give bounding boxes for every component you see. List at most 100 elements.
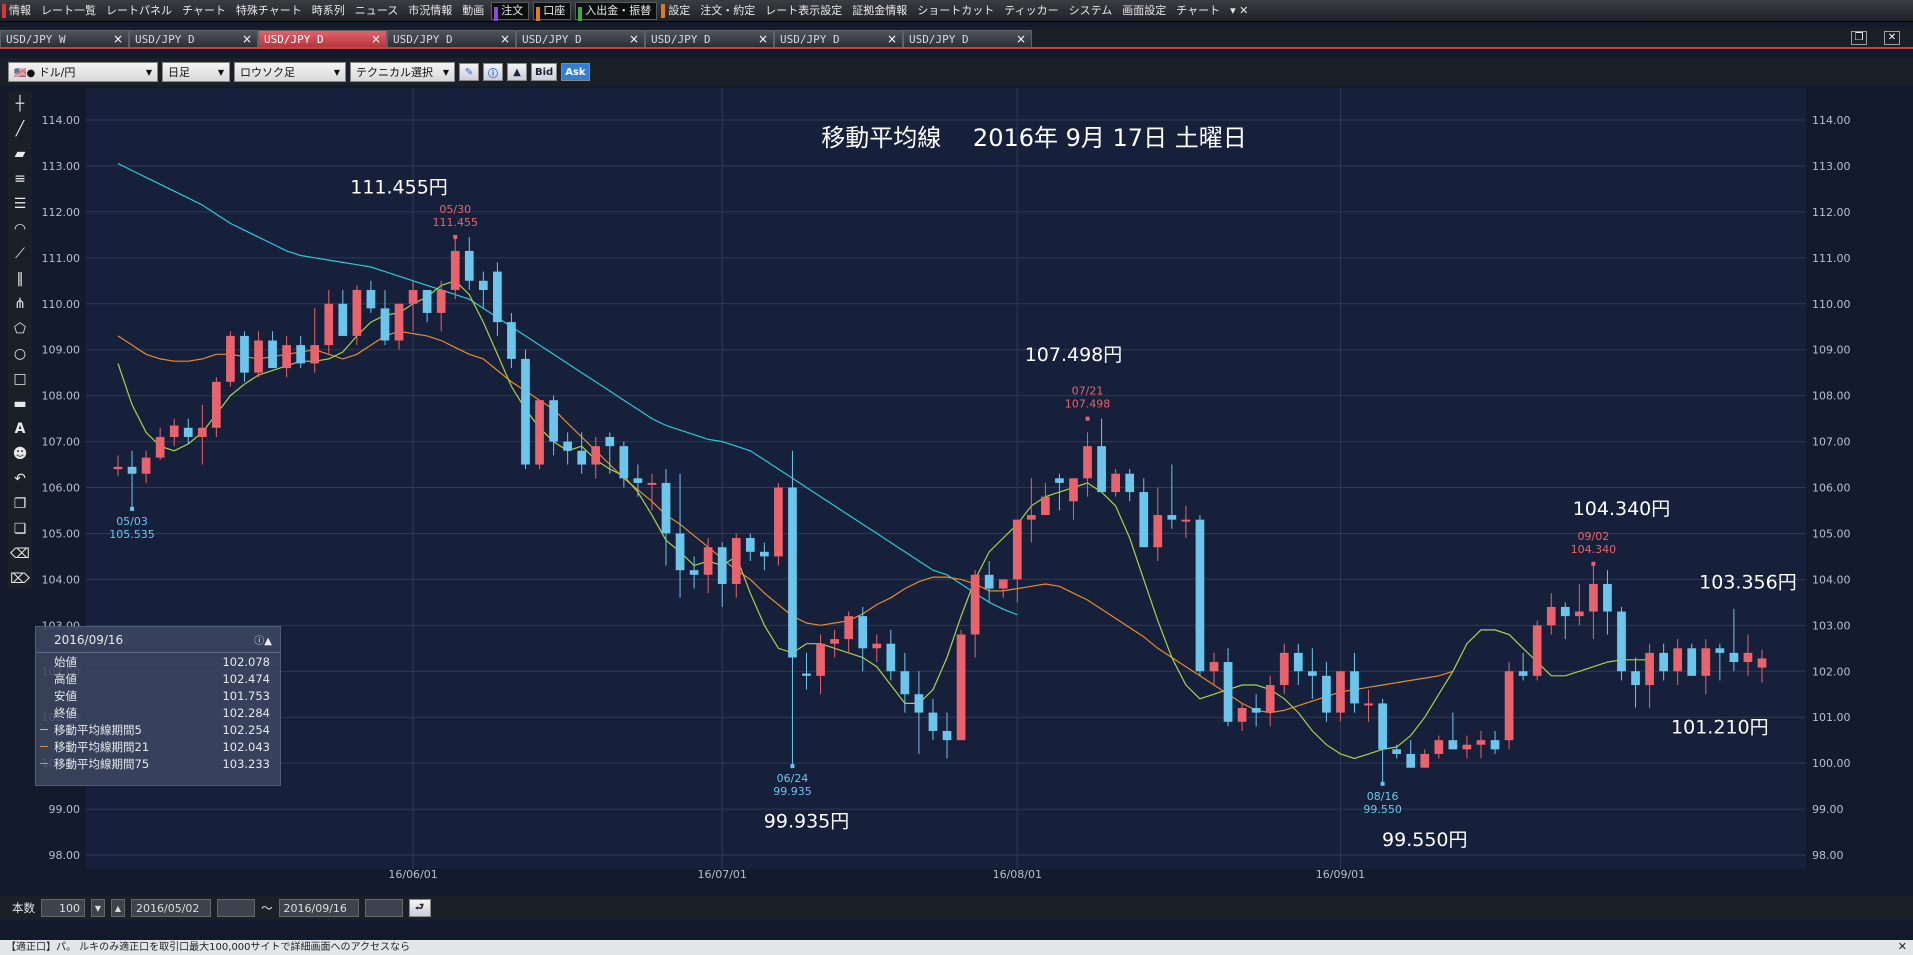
y-tick-label-right: 110.00: [1812, 298, 1851, 311]
restore-window-button[interactable]: ❐: [1851, 31, 1867, 45]
start-time-input[interactable]: [217, 899, 255, 917]
info-label: 安値: [54, 688, 77, 703]
menu-item-19[interactable]: 画面設定: [1117, 0, 1171, 22]
info-toggle-button[interactable]: ⓘ▲: [254, 632, 272, 647]
candle-body: [1026, 515, 1036, 520]
chart-tab[interactable]: USD/JPY D ×: [129, 30, 258, 47]
menu-item-0[interactable]: 情報: [0, 0, 36, 22]
menu-item-10[interactable]: 口座: [533, 1, 572, 21]
close-tab-icon[interactable]: ×: [629, 32, 639, 46]
chart-canvas[interactable]: 114.00 114.00 113.00 113.00 112.00 112.00 111.…: [34, 88, 1868, 894]
candlestick-chart[interactable]: 114.00 114.00 113.00 113.00 112.00 112.00 111.…: [34, 88, 1868, 894]
crosshair-icon[interactable]: ┼: [10, 93, 30, 114]
x-tick-label: 16/07/01: [698, 868, 747, 881]
menu-item-14[interactable]: レート表示設定: [760, 0, 847, 22]
count-stepper[interactable]: ▼: [91, 899, 105, 917]
candle-body: [872, 643, 882, 649]
count-stepper-up[interactable]: ▲: [111, 899, 125, 917]
menu-item-6[interactable]: ニュース: [350, 0, 403, 22]
candle-body: [155, 436, 165, 458]
close-icon[interactable]: ✕: [1898, 940, 1907, 953]
close-tab-icon[interactable]: ×: [758, 32, 768, 46]
menu-item-13[interactable]: 注文・約定: [695, 0, 760, 22]
menu-item-9[interactable]: 注文: [491, 1, 530, 21]
menu-item-4[interactable]: 特殊チャート: [231, 0, 307, 22]
trendline-icon[interactable]: ╱: [10, 118, 30, 139]
chart-tab[interactable]: USD/JPY D ×: [516, 30, 645, 47]
eraser-all-icon[interactable]: ⌦: [10, 568, 30, 589]
rectangle-icon[interactable]: □: [10, 368, 30, 389]
menu-item-16[interactable]: ショートカット: [912, 0, 999, 22]
timeframe-select[interactable]: 日足 ▼: [162, 62, 230, 82]
candle-body: [1518, 671, 1528, 676]
candle-body: [1181, 519, 1191, 522]
circle-icon[interactable]: ○: [10, 343, 30, 364]
chart-style-button[interactable]: ▲: [507, 63, 527, 81]
menu-item-15[interactable]: 証拠金情報: [847, 0, 912, 22]
menu-item-11[interactable]: 入出金・振替: [575, 1, 658, 21]
start-date-input[interactable]: 2016/05/02: [131, 899, 211, 917]
ruler-icon[interactable]: ▰: [10, 143, 30, 164]
line-icon[interactable]: ▬: [10, 393, 30, 414]
candle-body: [507, 322, 516, 359]
text-icon[interactable]: A: [10, 418, 30, 439]
copy-icon[interactable]: ❐: [10, 493, 30, 514]
chart-type-select[interactable]: ロウソク足 ▼: [234, 62, 346, 82]
fan-icon[interactable]: ⟋: [10, 243, 30, 264]
close-tab-icon[interactable]: ×: [887, 32, 897, 46]
candle-body: [478, 280, 488, 290]
chart-tab[interactable]: USD/JPY D ×: [774, 30, 903, 47]
pitchfork-icon[interactable]: ⋔: [10, 293, 30, 314]
menu-item-3[interactable]: チャート: [177, 0, 231, 22]
bid-button[interactable]: Bid: [531, 63, 558, 81]
close-window-button[interactable]: ✕: [1884, 31, 1900, 45]
menu-item-18[interactable]: システム: [1064, 0, 1118, 22]
candle-body: [1097, 446, 1106, 493]
close-tab-icon[interactable]: ×: [371, 32, 381, 46]
close-tab-icon[interactable]: ×: [113, 32, 123, 46]
menu-item-2[interactable]: レートパネル: [101, 0, 177, 22]
end-time-input[interactable]: [364, 899, 403, 917]
end-date-input[interactable]: 2016/09/16: [278, 899, 359, 917]
currency-pair-select[interactable]: 🇺🇸● ドル/円 ▼: [8, 62, 158, 82]
menu-item-17[interactable]: ティッカー: [999, 0, 1063, 22]
close-tab-icon[interactable]: ×: [500, 32, 510, 46]
ask-button[interactable]: Ask: [561, 63, 590, 81]
y-tick-label-left: 107.00: [42, 436, 81, 449]
chart-tab[interactable]: USD/JPY W ×: [0, 30, 129, 47]
info-row: 安値 101.753: [36, 687, 280, 704]
pen-button[interactable]: ✎: [459, 63, 479, 81]
close-tab-icon[interactable]: ×: [242, 32, 252, 46]
icon-stamp-icon[interactable]: ☻: [10, 443, 30, 464]
tab-label: USD/JPY D: [651, 32, 711, 46]
chart-tab[interactable]: USD/JPY D ×: [645, 30, 774, 47]
apply-range-button[interactable]: ⮐: [408, 899, 431, 917]
y-tick-label-left: 110.00: [42, 298, 81, 311]
technical-select[interactable]: テクニカル選択 ▼: [350, 62, 455, 82]
candle-body: [1687, 648, 1697, 676]
paste-icon[interactable]: ❏: [10, 518, 30, 539]
chart-tab[interactable]: USD/JPY D ×: [258, 30, 387, 47]
candle-body: [563, 441, 572, 451]
menu-item-8[interactable]: 動画: [457, 0, 489, 22]
pentagon-icon[interactable]: ⬠: [10, 318, 30, 339]
count-input[interactable]: 100: [41, 899, 85, 917]
arc-icon[interactable]: ◠: [10, 218, 30, 239]
horizontal-line-icon[interactable]: ≡: [10, 168, 30, 189]
extreme-marker: [1380, 781, 1385, 786]
tab-label: USD/JPY D: [522, 32, 582, 46]
menu-item-12[interactable]: 設定: [659, 0, 695, 22]
info-button[interactable]: ⓘ: [483, 63, 503, 81]
menu-item-20[interactable]: チャート: [1171, 0, 1225, 22]
menu-item-1[interactable]: レート一覧: [36, 0, 101, 22]
vertical-lines-icon[interactable]: ‖: [10, 268, 30, 289]
close-tab-icon[interactable]: ×: [1016, 32, 1026, 46]
menu-overflow-icon[interactable]: ▾ ✕: [1225, 0, 1253, 22]
undo-icon[interactable]: ↶: [10, 468, 30, 489]
eraser-icon[interactable]: ⌫: [10, 543, 30, 564]
chart-tab[interactable]: USD/JPY D ×: [903, 30, 1032, 47]
chart-tab[interactable]: USD/JPY D ×: [387, 30, 516, 47]
menu-item-5[interactable]: 時系列: [307, 0, 350, 22]
fibonacci-icon[interactable]: ☰: [10, 193, 30, 214]
menu-item-7[interactable]: 市況情報: [403, 0, 457, 22]
